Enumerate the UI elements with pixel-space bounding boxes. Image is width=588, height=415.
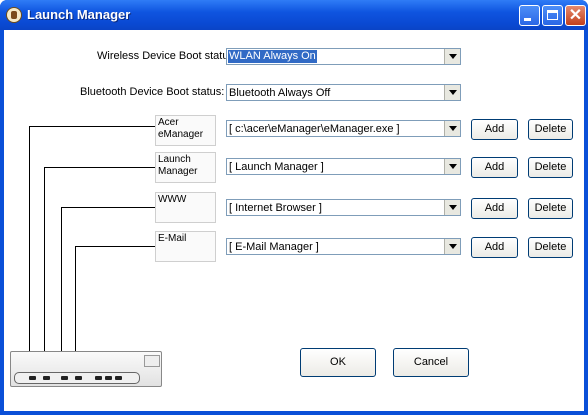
delete-button-acer-emanager[interactable]: Delete: [528, 119, 573, 140]
wireless-boot-label: Wireless Device Boot status:: [97, 50, 237, 62]
chevron-down-icon[interactable]: [444, 200, 460, 215]
device-key-icon: [61, 376, 68, 380]
device-key-icon: [95, 376, 102, 380]
chevron-down-icon[interactable]: [444, 49, 460, 64]
connector-line-h3: [61, 207, 155, 208]
email-dropdown[interactable]: [ E-Mail Manager ]: [226, 238, 461, 255]
bluetooth-boot-value: Bluetooth Always Off: [229, 87, 331, 99]
delete-button-email[interactable]: Delete: [528, 237, 573, 258]
app-label-acer-emanager: Acer eManager: [155, 115, 216, 146]
device-key-icon: [29, 376, 36, 380]
add-button-www[interactable]: Add: [471, 198, 518, 219]
close-button[interactable]: ✕: [565, 5, 586, 26]
launch-manager-icon: [6, 7, 22, 23]
window-title: Launch Manager: [27, 7, 131, 22]
device-panel-icon: [144, 355, 160, 367]
connector-line-v3: [61, 207, 62, 374]
wireless-boot-value: WLAN Always On: [228, 50, 317, 63]
email-value: [ E-Mail Manager ]: [229, 241, 319, 253]
cancel-button[interactable]: Cancel: [393, 348, 469, 377]
connector-line-v2: [44, 167, 45, 374]
connector-line-h4: [75, 246, 155, 247]
connector-line-v1: [29, 126, 30, 374]
add-button-launch-manager[interactable]: Add: [471, 157, 518, 178]
delete-button-www[interactable]: Delete: [528, 198, 573, 219]
ok-button[interactable]: OK: [300, 348, 376, 377]
app-label-launch-manager: Launch Manager: [155, 152, 216, 183]
chevron-down-icon[interactable]: [444, 159, 460, 174]
device-button-strip: [14, 372, 140, 384]
acer-emanager-value: [ c:\acer\eManager\eManager.exe ]: [229, 123, 400, 135]
minimize-button[interactable]: [519, 5, 540, 26]
chevron-down-icon[interactable]: [444, 121, 460, 136]
device-key-icon: [105, 376, 112, 380]
acer-emanager-dropdown[interactable]: [ c:\acer\eManager\eManager.exe ]: [226, 120, 461, 137]
www-dropdown[interactable]: [ Internet Browser ]: [226, 199, 461, 216]
device-key-icon: [43, 376, 50, 380]
connector-line-h2: [44, 167, 155, 168]
app-label-www: WWW: [155, 192, 216, 223]
device-key-icon: [115, 376, 122, 380]
device-key-icon: [75, 376, 82, 380]
connector-line-h1: [29, 126, 155, 127]
maximize-button[interactable]: [542, 5, 563, 26]
chevron-down-icon[interactable]: [444, 85, 460, 100]
laptop-illustration: [10, 351, 162, 387]
delete-button-launch-manager[interactable]: Delete: [528, 157, 573, 178]
launch-manager-dropdown[interactable]: [ Launch Manager ]: [226, 158, 461, 175]
title-bar[interactable]: Launch Manager ✕: [0, 0, 588, 30]
app-label-email: E-Mail: [155, 231, 216, 262]
close-icon: ✕: [568, 7, 583, 24]
wireless-boot-dropdown[interactable]: WLAN Always On: [226, 48, 461, 65]
bluetooth-boot-dropdown[interactable]: Bluetooth Always Off: [226, 84, 461, 101]
add-button-acer-emanager[interactable]: Add: [471, 119, 518, 140]
bluetooth-boot-label: Bluetooth Device Boot status:: [80, 86, 225, 98]
launch-manager-window: Launch Manager ✕ Wireless Device Boot st…: [0, 0, 588, 415]
chevron-down-icon[interactable]: [444, 239, 460, 254]
add-button-email[interactable]: Add: [471, 237, 518, 258]
www-value: [ Internet Browser ]: [229, 202, 322, 214]
launch-manager-value: [ Launch Manager ]: [229, 161, 324, 173]
